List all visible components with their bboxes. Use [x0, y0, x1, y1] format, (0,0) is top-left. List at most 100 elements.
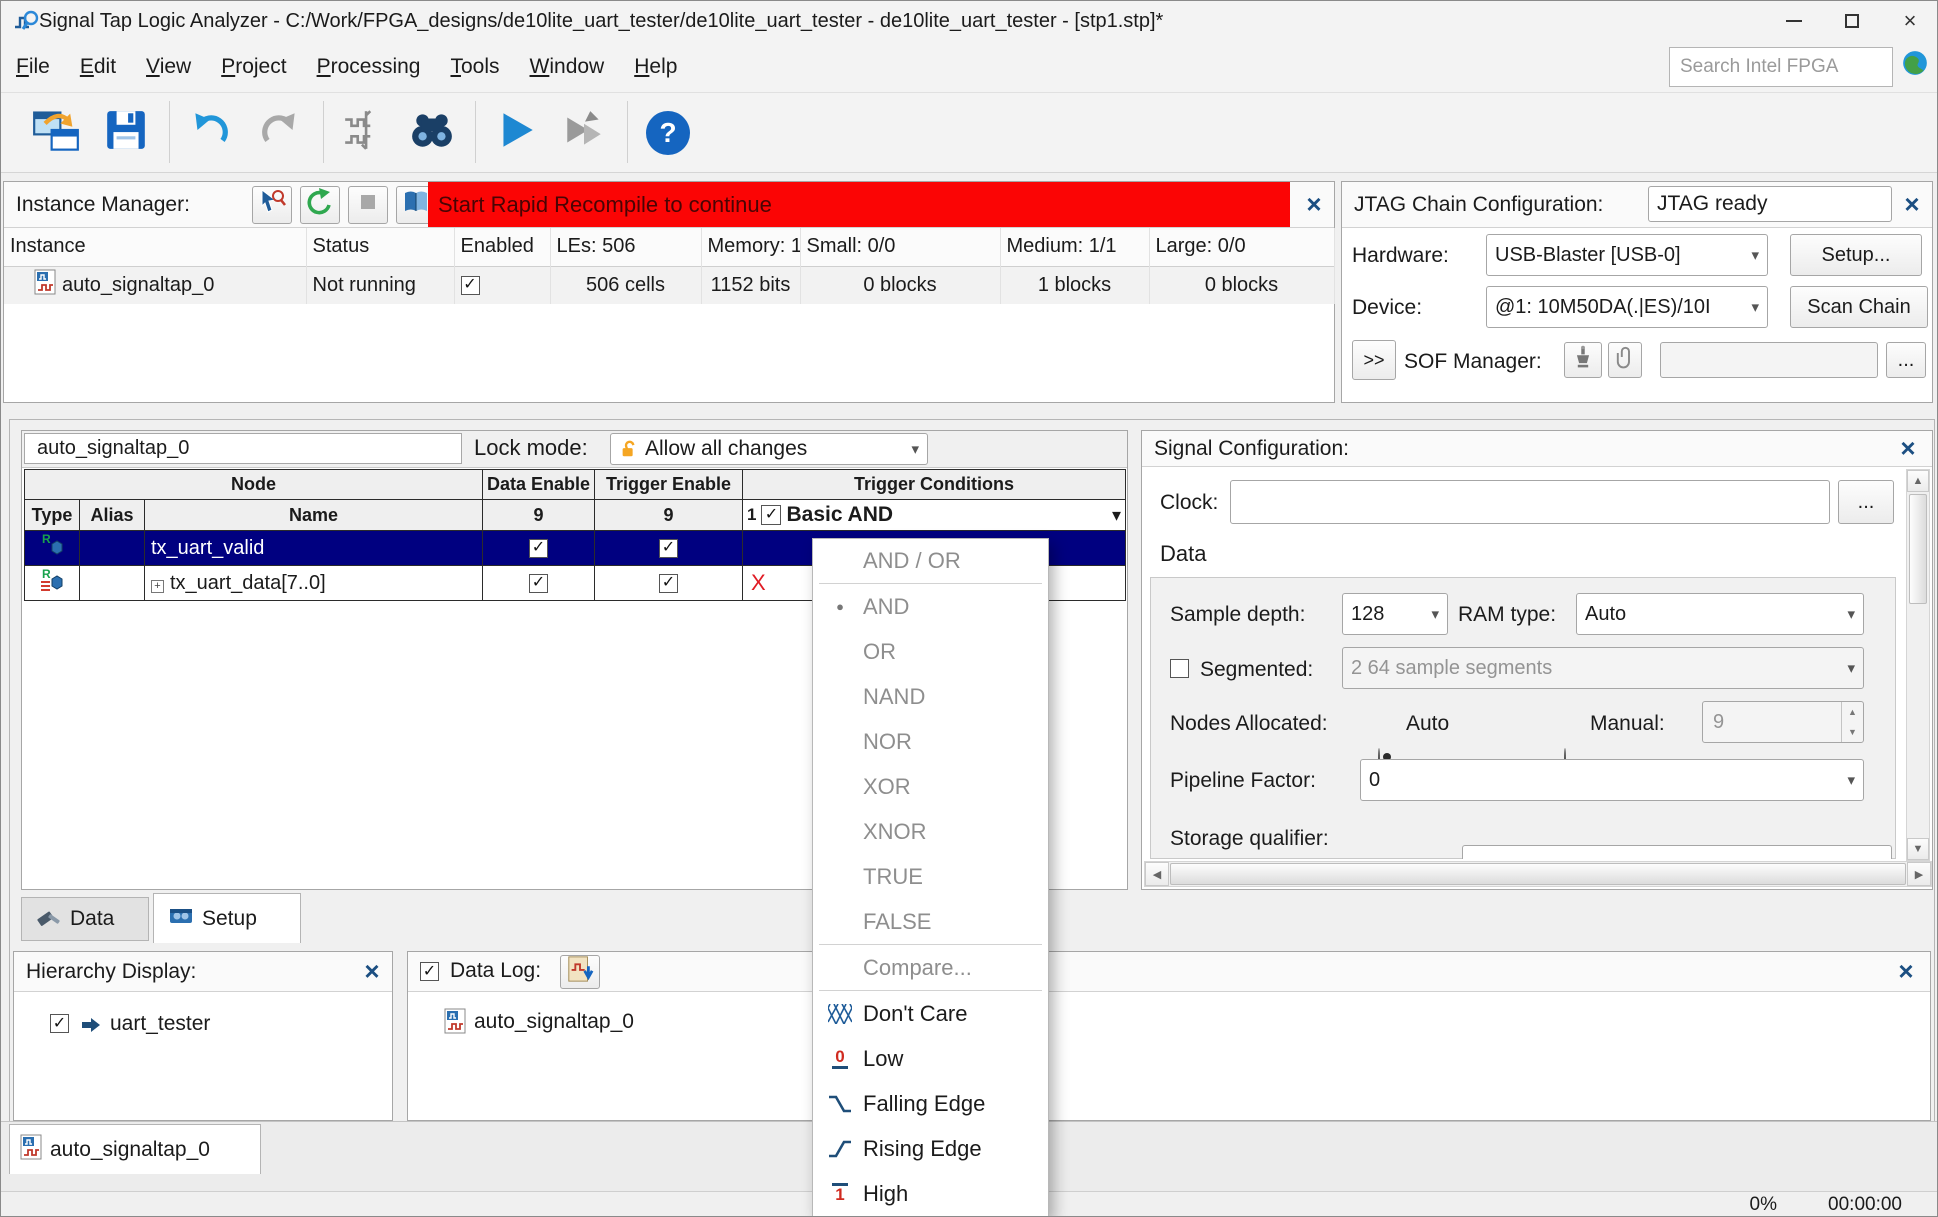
attach-sof-button[interactable]: [1608, 342, 1642, 378]
menu-item-or[interactable]: OR: [813, 629, 1048, 674]
data-log-checkbox[interactable]: ✓: [420, 962, 439, 981]
trigger-condition-select[interactable]: 1 ✓ Basic AND ▾: [743, 500, 1125, 530]
ram-type-select[interactable]: Auto ▾: [1576, 593, 1864, 635]
hardware-setup-button[interactable]: Setup...: [1790, 234, 1922, 276]
menu-edit[interactable]: Edit: [65, 49, 131, 85]
autorun-analysis-button[interactable]: [555, 105, 613, 161]
instance-manager-close-button[interactable]: ×: [1298, 189, 1330, 219]
data-log-close-button[interactable]: ×: [1890, 956, 1922, 986]
maximize-button[interactable]: [1823, 1, 1881, 41]
find-button[interactable]: [403, 105, 461, 161]
menu-item-high[interactable]: 1High: [813, 1171, 1048, 1216]
menu-item-dont-care[interactable]: Don't Care: [813, 991, 1048, 1036]
spinner-down-icon[interactable]: ▼: [1842, 722, 1863, 742]
bottom-tab-auto-signaltap-0[interactable]: auto_signaltap_0: [9, 1124, 261, 1174]
trigger-condition-checkbox[interactable]: ✓: [761, 505, 781, 525]
program-device-button[interactable]: [1564, 342, 1602, 378]
menu-item-falling-edge[interactable]: Falling Edge: [813, 1081, 1048, 1126]
waveform-settings-button[interactable]: [335, 105, 393, 161]
col-small[interactable]: Small: 0/0: [800, 228, 1000, 266]
vertical-scrollbar[interactable]: ▲ ▼: [1906, 469, 1930, 861]
save-button[interactable]: [97, 105, 155, 161]
menu-item-compare[interactable]: Compare...: [813, 945, 1048, 990]
spinner-up-icon[interactable]: ▲: [1842, 702, 1863, 722]
menu-item-low[interactable]: 0Low: [813, 1036, 1048, 1081]
menu-item-and[interactable]: ●AND: [813, 584, 1048, 629]
col-status[interactable]: Status: [306, 228, 454, 266]
menu-window[interactable]: Window: [515, 49, 620, 85]
data-enable-header[interactable]: Data Enable: [483, 470, 595, 500]
col-medium[interactable]: Medium: 1/1: [1000, 228, 1149, 266]
menu-item-rising-edge[interactable]: Rising Edge: [813, 1126, 1048, 1171]
hierarchy-item-checkbox[interactable]: ✓: [50, 1014, 69, 1033]
node-name[interactable]: tx_uart_valid: [145, 531, 483, 566]
trigger-enable-checkbox[interactable]: ✓: [659, 574, 678, 593]
scroll-left-icon[interactable]: ◀: [1145, 862, 1169, 886]
hardware-select[interactable]: USB-Blaster [USB-0] ▾: [1486, 234, 1768, 276]
scan-chain-button[interactable]: Scan Chain: [1790, 286, 1928, 328]
col-enabled[interactable]: Enabled: [454, 228, 550, 266]
menu-processing[interactable]: Processing: [302, 49, 436, 85]
compare-windows-button[interactable]: [27, 105, 85, 161]
scroll-down-icon[interactable]: ▼: [1907, 838, 1929, 860]
expand-sof-button[interactable]: >>: [1352, 340, 1396, 380]
device-select[interactable]: @1: 10M50DA(.|ES)/10I ▾: [1486, 286, 1768, 328]
menu-project[interactable]: Project: [206, 49, 301, 85]
clock-input[interactable]: [1230, 480, 1830, 524]
clock-browse-button[interactable]: ...: [1838, 480, 1894, 524]
col-les[interactable]: LEs: 506: [550, 228, 701, 266]
globe-icon[interactable]: [1901, 49, 1929, 83]
stop-analysis-button[interactable]: [348, 186, 388, 224]
data-log-item-label[interactable]: auto_signaltap_0: [474, 1010, 634, 1034]
sof-browse-button[interactable]: ...: [1886, 342, 1926, 378]
tab-data[interactable]: Data: [21, 897, 149, 941]
data-enable-checkbox[interactable]: ✓: [529, 574, 548, 593]
run-analysis-small-button[interactable]: [252, 186, 292, 224]
scrollbar-thumb[interactable]: [1170, 863, 1906, 885]
col-large[interactable]: Large: 0/0: [1149, 228, 1334, 266]
storage-qualifier-field[interactable]: [1462, 845, 1892, 859]
search-input[interactable]: [1669, 47, 1893, 87]
menu-tools[interactable]: Tools: [435, 49, 514, 85]
segmented-checkbox[interactable]: [1170, 659, 1189, 678]
hierarchy-close-button[interactable]: ×: [356, 956, 388, 986]
close-button[interactable]: ×: [1881, 1, 1938, 41]
menu-item-true[interactable]: TRUE: [813, 854, 1048, 899]
col-memory[interactable]: Memory: 1152: [701, 228, 800, 266]
node-name[interactable]: +tx_uart_data[7..0]: [145, 566, 483, 601]
menu-view[interactable]: View: [131, 49, 206, 85]
menu-file[interactable]: File: [1, 49, 65, 85]
menu-item-nor[interactable]: NOR: [813, 719, 1048, 764]
sof-file-field[interactable]: [1660, 342, 1878, 378]
minimize-button[interactable]: [1765, 1, 1823, 41]
undo-button[interactable]: [181, 105, 239, 161]
instance-row[interactable]: auto_signaltap_0 Not running ✓ 506 cells…: [4, 266, 1334, 304]
menu-item-false[interactable]: FALSE: [813, 899, 1048, 944]
lock-mode-select[interactable]: Allow all changes ▾: [610, 433, 928, 465]
help-button[interactable]: ?: [639, 105, 697, 161]
node-alias[interactable]: [80, 531, 145, 566]
redo-button[interactable]: [251, 105, 309, 161]
signal-configuration-close-button[interactable]: ×: [1892, 433, 1924, 463]
menu-item-xor[interactable]: XOR: [813, 764, 1048, 809]
menu-help[interactable]: Help: [619, 49, 692, 85]
menu-item-xnor[interactable]: XNOR: [813, 809, 1048, 854]
col-instance[interactable]: Instance: [4, 228, 306, 266]
menu-item-nand[interactable]: NAND: [813, 674, 1048, 719]
jtag-close-button[interactable]: ×: [1896, 189, 1928, 219]
trigger-enable-checkbox[interactable]: ✓: [659, 539, 678, 558]
data-enable-checkbox[interactable]: ✓: [529, 539, 548, 558]
rapid-recompile-button[interactable]: [300, 186, 340, 224]
sample-depth-select[interactable]: 128 ▾: [1342, 593, 1448, 635]
hierarchy-item-label[interactable]: uart_tester: [110, 1012, 210, 1036]
trigger-conditions-header[interactable]: Trigger Conditions: [743, 470, 1126, 500]
trigger-enable-header[interactable]: Trigger Enable: [595, 470, 743, 500]
tab-setup[interactable]: Setup: [153, 893, 301, 943]
enabled-checkbox[interactable]: ✓: [461, 276, 480, 295]
run-analysis-button[interactable]: [487, 105, 545, 161]
horizontal-scrollbar[interactable]: ◀ ▶: [1144, 861, 1932, 887]
scroll-up-icon[interactable]: ▲: [1907, 470, 1929, 492]
scrollbar-thumb[interactable]: [1909, 494, 1927, 604]
pipeline-factor-select[interactable]: 0 ▾: [1360, 759, 1864, 801]
expand-icon[interactable]: +: [151, 580, 164, 593]
